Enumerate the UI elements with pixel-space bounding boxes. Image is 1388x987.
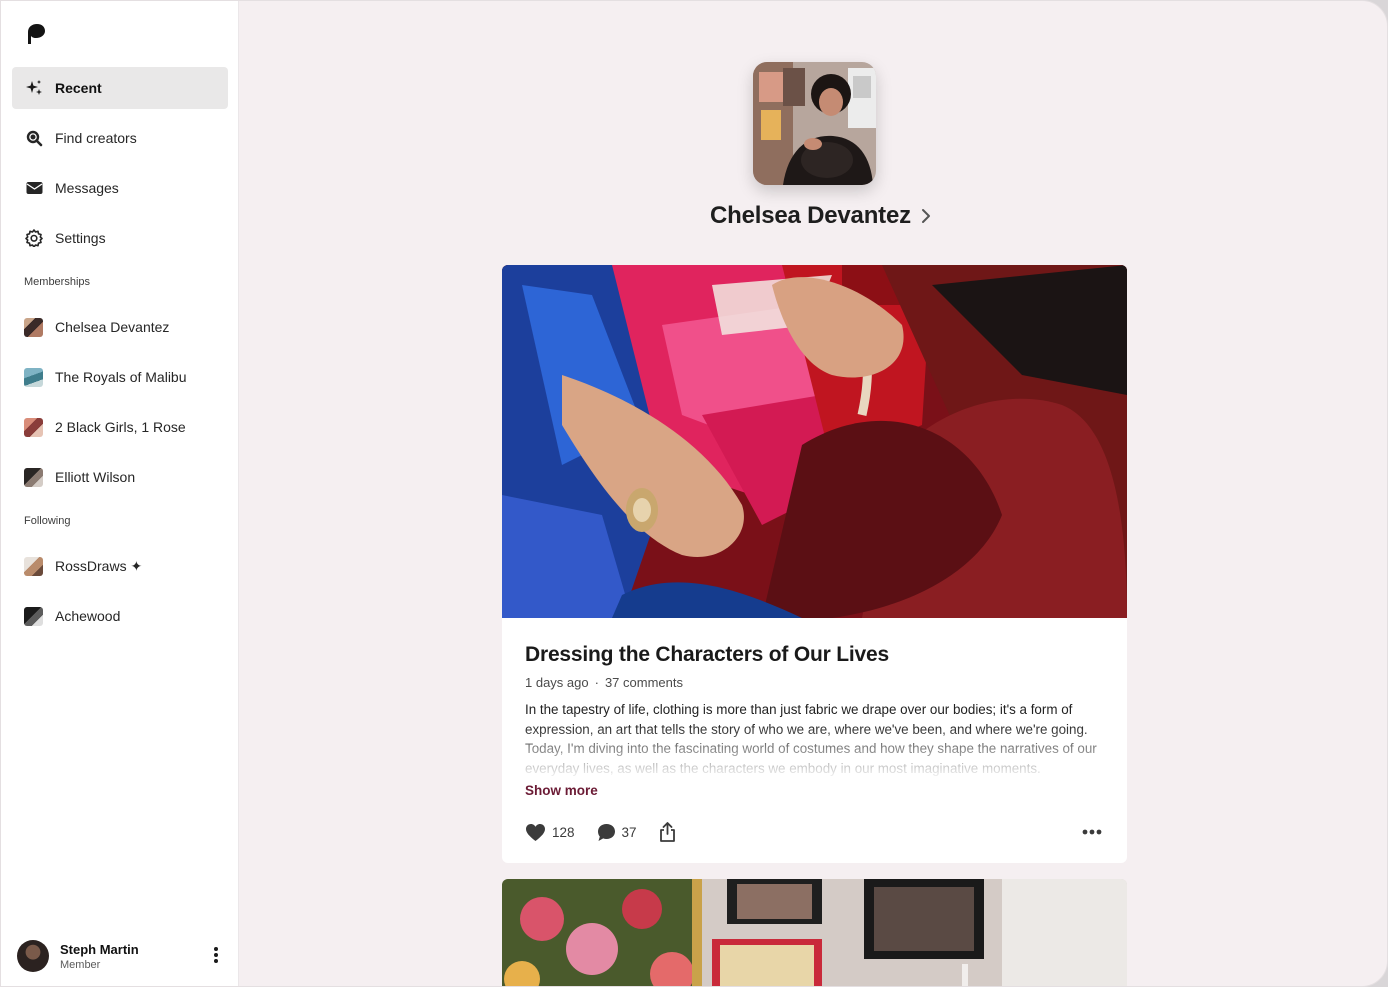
nav-label: Find creators xyxy=(55,130,137,146)
following-item-achewood[interactable]: Achewood xyxy=(12,595,228,637)
comment-bubble-icon xyxy=(597,823,615,841)
post-title[interactable]: Dressing the Characters of Our Lives xyxy=(525,643,889,667)
text-fade xyxy=(525,724,1100,776)
creator-thumbnail xyxy=(24,367,43,387)
heart-icon xyxy=(526,823,545,841)
sparkle-icon xyxy=(24,78,44,98)
nav-item-recent[interactable]: Recent xyxy=(12,67,228,109)
membership-item-2-black-girls-1-rose[interactable]: 2 Black Girls, 1 Rose xyxy=(12,406,228,448)
nav-label: Recent xyxy=(55,80,102,96)
creator-profile-link[interactable]: Chelsea Devantez xyxy=(710,202,931,230)
search-icon xyxy=(24,128,44,148)
nav-item-messages[interactable]: Messages xyxy=(12,167,228,209)
post-excerpt: In the tapestry of life, clothing is mor… xyxy=(525,700,1100,776)
creator-name: Chelsea Devantez xyxy=(710,202,911,229)
post-actions: 128 37 xyxy=(525,822,704,842)
post-timestamp: 1 days ago xyxy=(525,675,589,690)
current-user[interactable]: Steph Martin Member xyxy=(17,936,227,976)
app-window: Recent Find creators Messages Settings M… xyxy=(0,0,1388,987)
post-comment-count[interactable]: 37 comments xyxy=(605,675,683,690)
membership-item-chelsea-devantez[interactable]: Chelsea Devantez xyxy=(12,306,228,348)
creator-thumbnail xyxy=(24,556,43,576)
creator-thumbnail xyxy=(24,317,43,337)
creator-avatar[interactable] xyxy=(753,62,876,185)
more-vertical-icon[interactable] xyxy=(213,946,219,964)
membership-label: 2 Black Girls, 1 Rose xyxy=(55,419,186,435)
comment-count: 37 xyxy=(621,824,637,840)
meta-separator: · xyxy=(594,675,599,690)
membership-label: Elliott Wilson xyxy=(55,469,136,485)
comment-button[interactable]: 37 xyxy=(597,823,637,842)
post-meta: 1 days ago · 37 comments xyxy=(525,675,683,690)
membership-label: The Royals of Malibu xyxy=(55,369,187,385)
show-more-link[interactable]: Show more xyxy=(525,783,598,798)
patreon-logo[interactable] xyxy=(25,23,45,45)
sidebar: Recent Find creators Messages Settings M… xyxy=(1,1,239,986)
share-button[interactable] xyxy=(659,822,682,842)
membership-item-royals-of-malibu[interactable]: The Royals of Malibu xyxy=(12,356,228,398)
next-post-image[interactable] xyxy=(502,879,1127,986)
like-count: 128 xyxy=(552,824,575,840)
post-image[interactable] xyxy=(502,265,1127,618)
creator-thumbnail xyxy=(24,417,43,437)
main-nav: Recent Find creators Messages Settings xyxy=(12,67,228,267)
like-button[interactable]: 128 xyxy=(525,823,575,842)
following-label: Achewood xyxy=(55,608,121,624)
creator-thumbnail xyxy=(24,606,43,626)
membership-item-elliott-wilson[interactable]: Elliott Wilson xyxy=(12,456,228,498)
following-heading: Following xyxy=(24,515,71,527)
gear-icon xyxy=(24,228,44,248)
membership-label: Chelsea Devantez xyxy=(55,319,170,335)
post-card[interactable]: Dressing the Characters of Our Lives 1 d… xyxy=(502,265,1127,863)
more-horizontal-icon[interactable] xyxy=(1082,829,1102,835)
nav-item-find-creators[interactable]: Find creators xyxy=(12,117,228,159)
user-name: Steph Martin xyxy=(60,941,139,957)
memberships-heading: Memberships xyxy=(24,276,91,288)
chevron-right-icon xyxy=(921,209,930,223)
avatar xyxy=(17,940,49,972)
envelope-icon xyxy=(24,178,44,198)
nav-item-settings[interactable]: Settings xyxy=(12,217,228,259)
creator-thumbnail xyxy=(24,467,43,487)
nav-label: Messages xyxy=(55,180,119,196)
following-item-rossdraws[interactable]: RossDraws ✦ xyxy=(12,545,228,587)
user-role: Member xyxy=(60,958,101,971)
following-label: RossDraws ✦ xyxy=(55,557,143,574)
share-icon xyxy=(659,822,675,842)
nav-label: Settings xyxy=(55,230,106,246)
